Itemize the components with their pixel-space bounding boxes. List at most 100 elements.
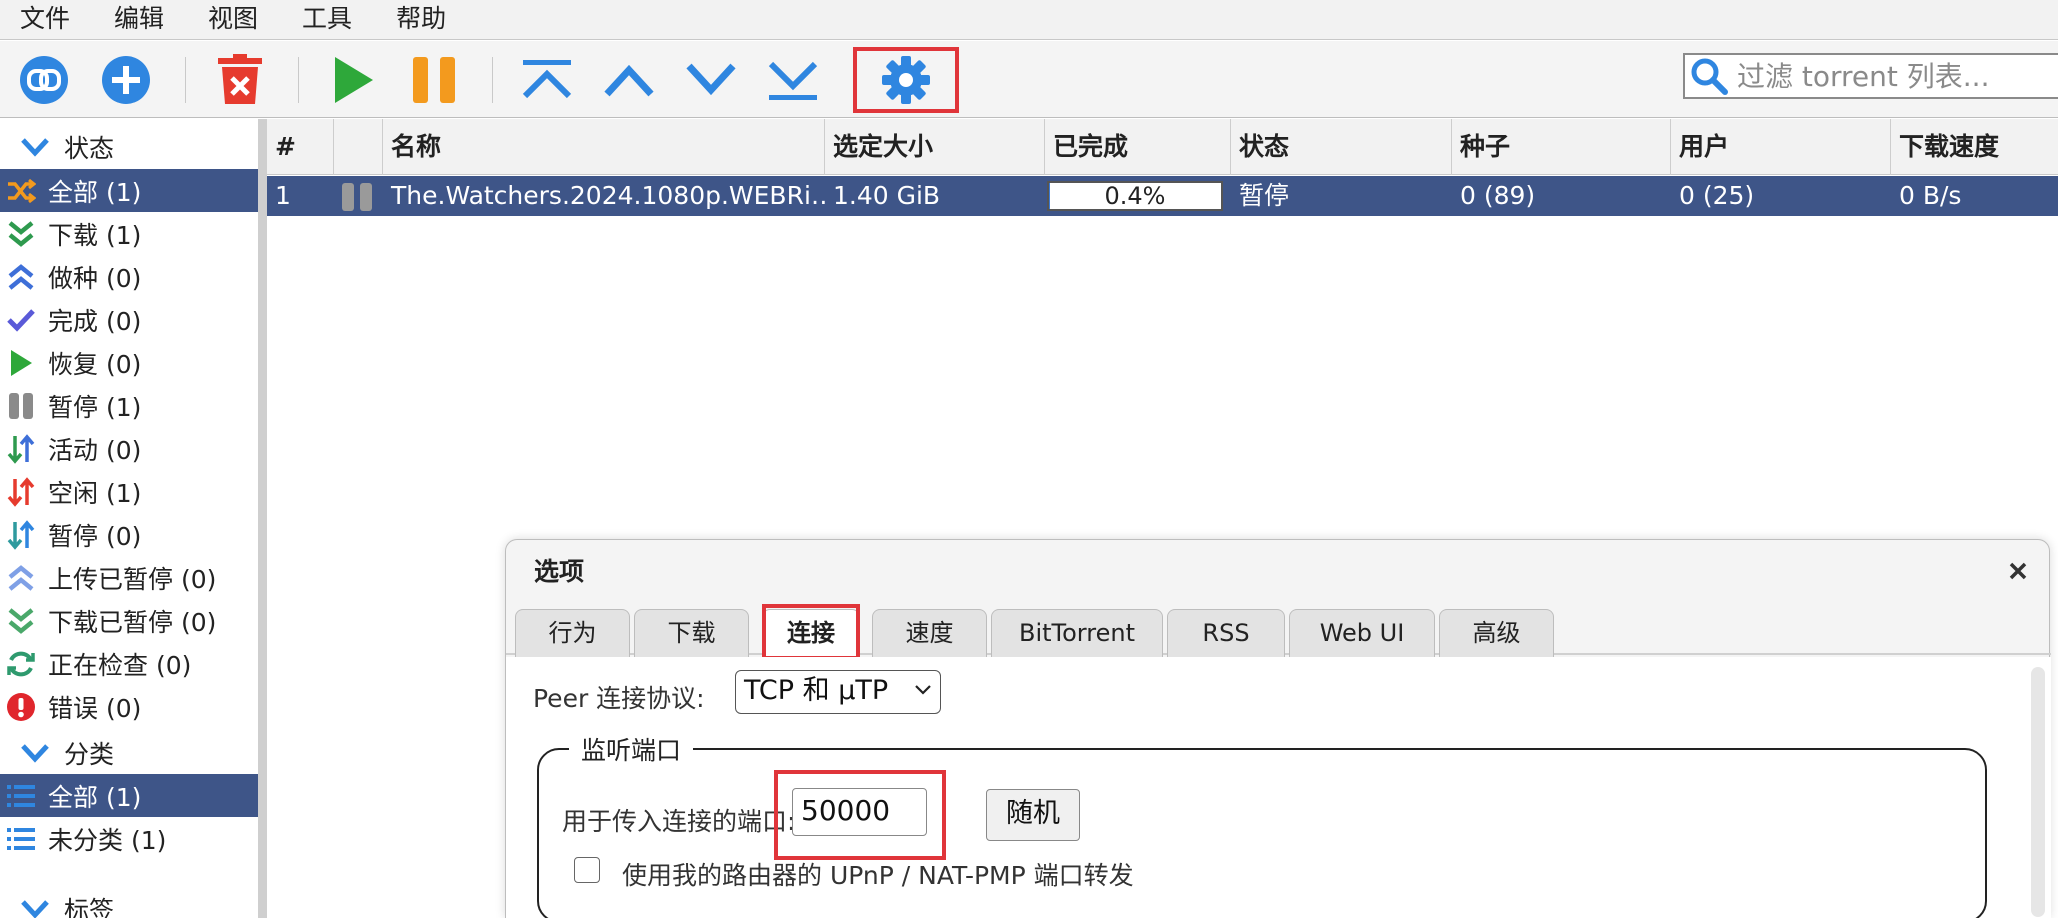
- status-filter-checking[interactable]: 正在检查 (0): [0, 642, 258, 685]
- status-filter-download-paused[interactable]: 下载已暂停 (0): [0, 599, 258, 642]
- toolbar-separator: [492, 57, 493, 103]
- status-filter-errored[interactable]: 错误 (0): [0, 685, 258, 728]
- move-up-icon: [604, 64, 654, 97]
- column-header-seeds[interactable]: 种子: [1452, 119, 1671, 175]
- category-filter-label: 未分类 (1): [48, 825, 167, 855]
- resume-button[interactable]: [325, 52, 381, 108]
- status-filter-resumed[interactable]: 恢复 (0): [0, 341, 258, 384]
- list-icon: [6, 781, 36, 811]
- status-filter-label: 空闲 (1): [48, 478, 142, 508]
- status-filter-stalled[interactable]: 暂停 (0): [0, 513, 258, 556]
- status-filter-paused[interactable]: 暂停 (1): [0, 384, 258, 427]
- category-filter-label: 全部 (1): [48, 782, 142, 812]
- column-header-state-icon[interactable]: [334, 119, 383, 175]
- tab-rss[interactable]: RSS: [1167, 609, 1285, 657]
- upnp-checkbox[interactable]: [574, 857, 600, 883]
- peer-protocol-value: TCP 和 μTP: [744, 675, 889, 706]
- add-link-button[interactable]: [16, 52, 72, 108]
- menu-file[interactable]: 文件: [0, 0, 92, 40]
- filter-box[interactable]: [1683, 53, 2058, 99]
- move-bottom-button[interactable]: [765, 52, 821, 108]
- status-filter-all[interactable]: 全部 (1): [0, 169, 258, 212]
- tab-downloads[interactable]: 下载: [634, 609, 749, 657]
- move-down-button[interactable]: [683, 52, 739, 108]
- menu-bar: 文件 编辑 视图 工具 帮助: [0, 0, 2058, 40]
- tab-advanced[interactable]: 高级: [1439, 609, 1554, 657]
- menu-edit[interactable]: 编辑: [92, 0, 186, 40]
- move-down-icon: [686, 63, 736, 96]
- category-filter-all[interactable]: 全部 (1): [0, 774, 258, 817]
- status-filter-seeding[interactable]: 做种 (0): [0, 255, 258, 298]
- double-down-icon: [6, 219, 36, 249]
- status-filter-downloading[interactable]: 下载 (1): [0, 212, 258, 255]
- column-header-number[interactable]: #: [267, 119, 334, 175]
- list-icon: [6, 824, 36, 854]
- search-icon: [1691, 58, 1728, 95]
- category-section-label: 分类: [64, 740, 115, 769]
- table-header: # 名称 选定大小 已完成 状态 种子 用户 下载速度: [267, 119, 2058, 175]
- status-section-label: 状态: [64, 134, 115, 163]
- tab-web-ui[interactable]: Web UI: [1289, 609, 1435, 657]
- status-filter-upload-paused[interactable]: 上传已暂停 (0): [0, 556, 258, 599]
- menu-view[interactable]: 视图: [186, 0, 280, 40]
- column-header-download-speed[interactable]: 下载速度: [1891, 119, 2058, 175]
- peer-protocol-label: Peer 连接协议:: [533, 684, 705, 713]
- pause-button[interactable]: [406, 52, 462, 108]
- pause-icon: [342, 183, 372, 211]
- toolbar: [0, 41, 2058, 118]
- double-up-light-icon: [6, 563, 36, 593]
- column-header-peers[interactable]: 用户: [1671, 119, 1891, 175]
- tab-speed[interactable]: 速度: [872, 609, 987, 657]
- upnp-label: 使用我的路由器的 UPnP / NAT-PMP 端口转发: [622, 861, 1134, 890]
- menu-tools[interactable]: 工具: [280, 0, 374, 40]
- tab-behavior[interactable]: 行为: [515, 609, 630, 657]
- sidebar-resize-handle[interactable]: [258, 119, 267, 918]
- cell-size: 1.40 GiB: [833, 181, 941, 210]
- filter-input[interactable]: [1737, 59, 2058, 93]
- peer-protocol-select[interactable]: TCP 和 μTP: [735, 670, 941, 714]
- status-filter-inactive[interactable]: 空闲 (1): [0, 470, 258, 513]
- status-filter-label: 正在检查 (0): [48, 650, 192, 680]
- tags-section-header[interactable]: 标签: [0, 889, 258, 918]
- add-torrent-button[interactable]: [98, 52, 154, 108]
- move-top-button[interactable]: [519, 52, 575, 108]
- pause-icon: [413, 57, 455, 103]
- column-header-size[interactable]: 选定大小: [825, 119, 1045, 175]
- column-header-name[interactable]: 名称: [383, 119, 825, 175]
- chevron-down-icon: [915, 685, 931, 695]
- table-row[interactable]: 1 The.Watchers.2024.1080p.WEBRi… 1.40 Gi…: [267, 176, 2058, 216]
- status-section-header[interactable]: 状态: [0, 127, 258, 167]
- status-filter-label: 全部 (1): [48, 177, 142, 207]
- status-filter-label: 上传已暂停 (0): [48, 564, 217, 594]
- status-filter-active[interactable]: 活动 (0): [0, 427, 258, 470]
- column-header-status[interactable]: 状态: [1231, 119, 1452, 175]
- incoming-port-label: 用于传入连接的端口:: [562, 807, 796, 836]
- cell-peers: 0 (25): [1679, 181, 1755, 210]
- connection-settings-panel: Peer 连接协议: TCP 和 μTP 监听端口 用于传入连接的端口: 500…: [506, 657, 2051, 918]
- tab-bittorrent[interactable]: BitTorrent: [991, 609, 1163, 657]
- play-icon: [6, 348, 36, 378]
- play-icon: [335, 57, 373, 103]
- column-header-progress[interactable]: 已完成: [1045, 119, 1231, 175]
- status-filter-label: 下载已暂停 (0): [48, 607, 217, 637]
- link-icon: [20, 56, 68, 104]
- toolbar-separator: [185, 57, 186, 103]
- delete-button[interactable]: [212, 52, 268, 108]
- dialog-scrollbar[interactable]: [2031, 667, 2045, 917]
- dialog-close-button[interactable]: [2003, 556, 2033, 586]
- category-section-header[interactable]: 分类: [0, 733, 258, 773]
- move-up-button[interactable]: [601, 52, 657, 108]
- listening-port-legend: 监听端口: [569, 731, 694, 767]
- cell-download-speed: 0 B/s: [1899, 181, 1962, 210]
- tags-section-label: 标签: [64, 896, 115, 918]
- cell-number: 1: [275, 181, 291, 210]
- refresh-icon: [6, 649, 36, 679]
- random-port-button[interactable]: 随机: [986, 789, 1080, 841]
- menu-help[interactable]: 帮助: [374, 0, 468, 40]
- move-bottom-icon: [768, 61, 818, 100]
- updown-arrows-icon: [6, 433, 36, 464]
- category-filter-uncategorized[interactable]: 未分类 (1): [0, 817, 258, 860]
- chevron-down-icon: [21, 744, 49, 763]
- status-filter-completed[interactable]: 完成 (0): [0, 298, 258, 341]
- status-filter-label: 做种 (0): [48, 263, 142, 293]
